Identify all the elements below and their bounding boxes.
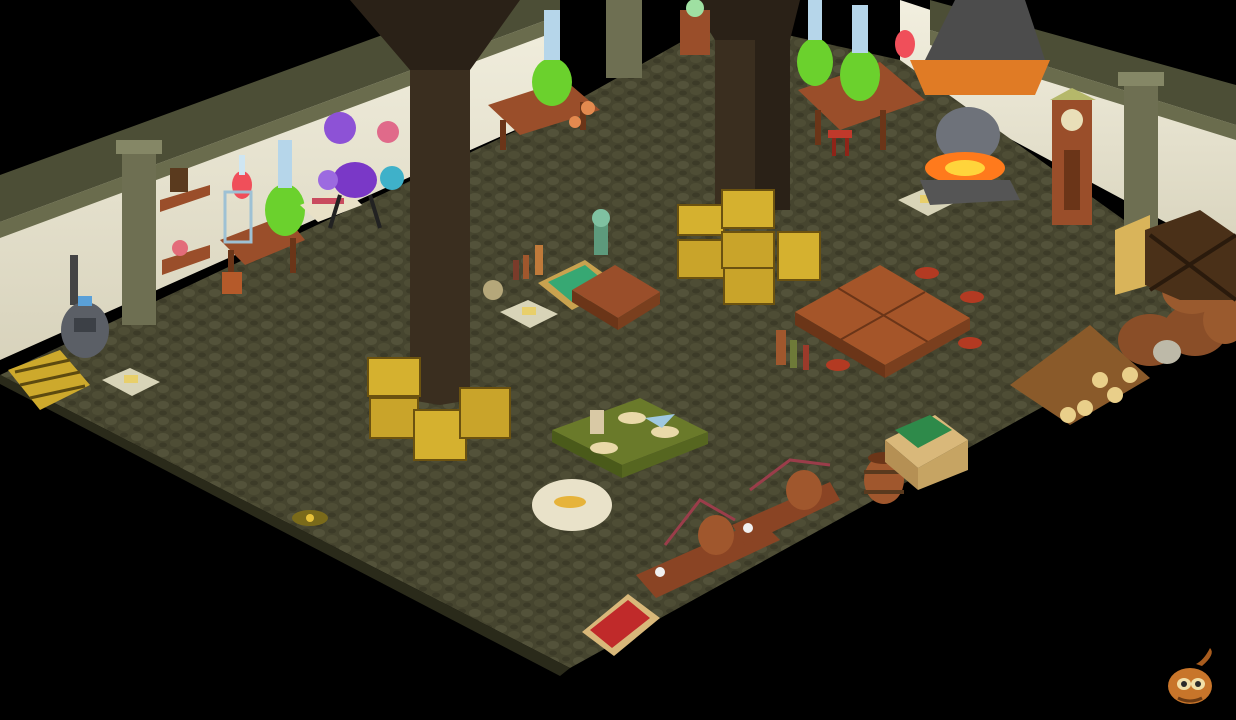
wooden-crates-icon[interactable]	[1115, 210, 1236, 302]
flour-sack-icon[interactable]	[532, 479, 612, 531]
wall-pillar-top	[606, 0, 642, 78]
bucket-icon[interactable]	[222, 272, 242, 294]
wall-pillar-left	[116, 140, 162, 325]
floor-emblem-icon	[292, 510, 328, 526]
game-scene	[0, 0, 1236, 720]
grandfather-clock-icon[interactable]	[1050, 88, 1096, 225]
wall-pillar-right	[1118, 72, 1164, 228]
character-portrait-icon[interactable]	[1158, 646, 1222, 710]
